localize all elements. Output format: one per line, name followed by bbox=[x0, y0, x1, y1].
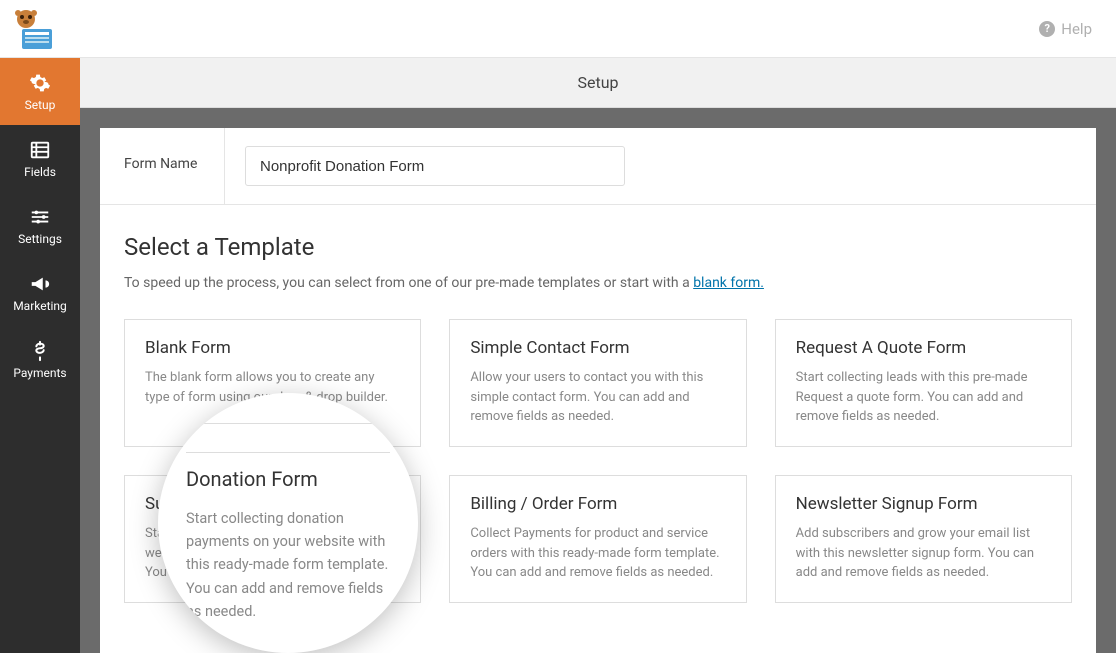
template-card-request-quote[interactable]: Request A Quote Form Start collecting le… bbox=[775, 319, 1072, 447]
list-icon bbox=[29, 139, 51, 161]
sidebar-label: Payments bbox=[13, 366, 66, 380]
template-card-desc: Allow your users to contact you with thi… bbox=[470, 368, 725, 427]
sidebar-item-payments[interactable]: Payments bbox=[0, 326, 80, 393]
dollar-icon bbox=[29, 340, 51, 362]
bullhorn-icon bbox=[29, 273, 51, 295]
page-title: Setup bbox=[577, 73, 618, 92]
template-heading: Select a Template bbox=[124, 233, 1072, 261]
template-card-simple-contact[interactable]: Simple Contact Form Allow your users to … bbox=[449, 319, 746, 447]
sidebar-item-fields[interactable]: Fields bbox=[0, 125, 80, 192]
help-icon: ? bbox=[1039, 21, 1055, 37]
gear-icon bbox=[29, 72, 51, 94]
template-card-billing-order[interactable]: Billing / Order Form Collect Payments fo… bbox=[449, 475, 746, 603]
template-card-title: Request A Quote Form bbox=[796, 338, 1051, 358]
app-logo bbox=[8, 5, 56, 53]
zoom-highlight-donation: Donation Form Start collecting donation … bbox=[158, 393, 418, 653]
template-card-desc: Add subscribers and grow your email list… bbox=[796, 524, 1051, 583]
template-card-newsletter[interactable]: Newsletter Signup Form Add subscribers a… bbox=[775, 475, 1072, 603]
template-card-title: Newsletter Signup Form bbox=[796, 494, 1051, 514]
sidebar-item-setup[interactable]: Setup bbox=[0, 58, 80, 125]
template-card-desc: Start collecting leads with this pre-mad… bbox=[796, 368, 1051, 427]
sidebar-label: Settings bbox=[18, 232, 62, 246]
sliders-icon bbox=[29, 206, 51, 228]
template-card-title: Simple Contact Form bbox=[470, 338, 725, 358]
page-title-bar: Setup bbox=[80, 58, 1116, 108]
form-name-label: Form Name bbox=[100, 128, 225, 204]
help-button[interactable]: ? Help bbox=[1039, 20, 1092, 38]
help-label: Help bbox=[1061, 20, 1092, 38]
template-description: To speed up the process, you can select … bbox=[124, 275, 1072, 291]
sidebar: Setup Fields Settings Marketing Payments bbox=[0, 58, 80, 653]
zoom-desc: Start collecting donation payments on yo… bbox=[186, 507, 390, 623]
sidebar-label: Marketing bbox=[13, 299, 67, 313]
sidebar-item-settings[interactable]: Settings bbox=[0, 192, 80, 259]
zoom-title: Donation Form bbox=[186, 467, 390, 491]
sidebar-item-marketing[interactable]: Marketing bbox=[0, 259, 80, 326]
topbar: ? Help bbox=[0, 0, 1116, 58]
sidebar-label: Fields bbox=[24, 165, 56, 179]
template-card-desc: Collect Payments for product and service… bbox=[470, 524, 725, 583]
blank-form-link[interactable]: blank form. bbox=[693, 275, 764, 291]
template-card-title: Blank Form bbox=[145, 338, 400, 358]
template-card-title: Billing / Order Form bbox=[470, 494, 725, 514]
form-name-input[interactable] bbox=[245, 146, 625, 186]
sidebar-label: Setup bbox=[25, 98, 56, 112]
